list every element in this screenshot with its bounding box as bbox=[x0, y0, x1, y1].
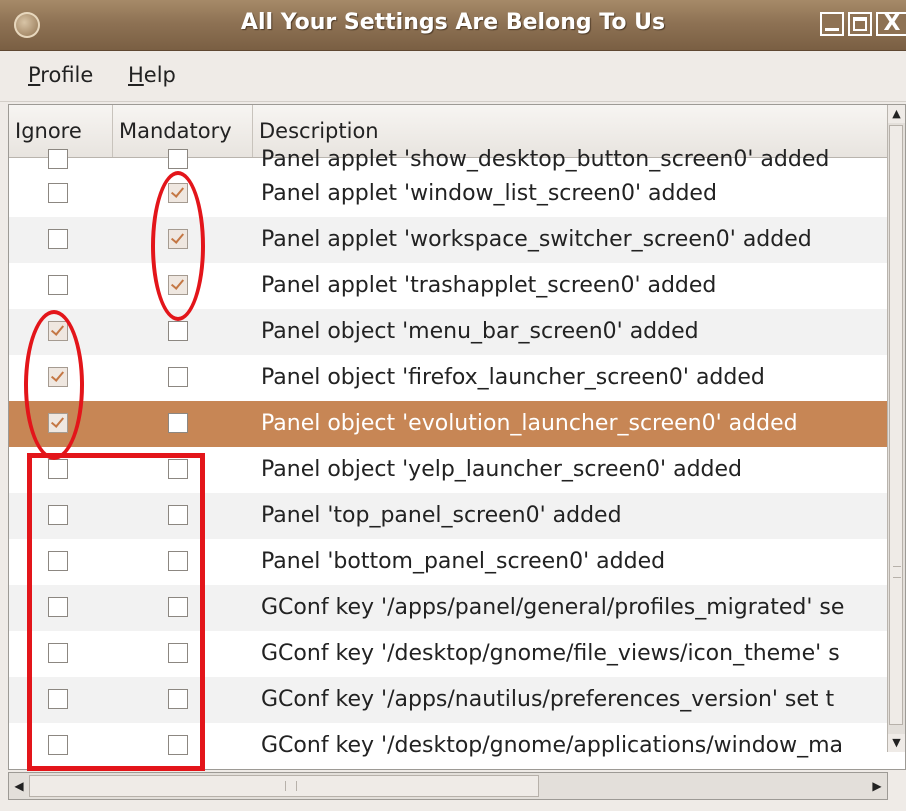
row-description: Panel 'top_panel_screen0' added bbox=[261, 503, 622, 528]
title-bar[interactable]: All Your Settings Are Belong To Us X bbox=[0, 0, 906, 51]
table-row[interactable]: Panel object 'menu_bar_screen0' added bbox=[9, 309, 889, 355]
horizontal-scroll-thumb[interactable] bbox=[29, 775, 539, 797]
row-description: Panel object 'yelp_launcher_screen0' add… bbox=[261, 457, 742, 482]
row-description: Panel object 'firefox_launcher_screen0' … bbox=[261, 365, 765, 390]
scroll-up-icon[interactable]: ▲ bbox=[888, 105, 905, 123]
row-description: Panel applet 'window_list_screen0' added bbox=[261, 181, 717, 206]
row-description: GConf key '/desktop/gnome/file_views/ico… bbox=[261, 641, 840, 666]
menu-profile[interactable]: Profile bbox=[28, 63, 93, 87]
ignore-highlight-ellipse bbox=[24, 310, 84, 460]
row-description: Panel applet 'workspace_switcher_screen0… bbox=[261, 227, 812, 252]
unchecked-highlight-rectangle bbox=[27, 453, 205, 771]
ignore-checkbox[interactable] bbox=[48, 275, 68, 295]
row-description: Panel applet 'show_desktop_button_screen… bbox=[261, 147, 830, 172]
menu-profile-label: rofile bbox=[40, 63, 94, 87]
row-description: Panel 'bottom_panel_screen0' added bbox=[261, 549, 666, 574]
grip-icon bbox=[893, 566, 901, 578]
minimize-button[interactable] bbox=[820, 12, 844, 36]
row-description: GConf key '/desktop/gnome/applications/w… bbox=[261, 733, 844, 758]
mandatory-checkbox[interactable] bbox=[168, 413, 188, 433]
mandatory-checkbox[interactable] bbox=[168, 321, 188, 341]
scroll-down-icon[interactable]: ▼ bbox=[888, 734, 905, 752]
menu-profile-mnemonic: P bbox=[28, 63, 41, 87]
table-row[interactable]: Panel applet 'trashapplet_screen0' added bbox=[9, 263, 889, 309]
ignore-checkbox[interactable] bbox=[48, 229, 68, 249]
close-button[interactable]: X bbox=[876, 12, 906, 36]
table-row[interactable]: Panel applet 'window_list_screen0' added bbox=[9, 171, 889, 217]
table-row[interactable]: Panel applet 'workspace_switcher_screen0… bbox=[9, 217, 889, 263]
row-description: GConf key '/apps/nautilus/preferences_ve… bbox=[261, 687, 835, 712]
table-row[interactable]: Panel object 'firefox_launcher_screen0' … bbox=[9, 355, 889, 401]
table-row[interactable]: Panel object 'evolution_launcher_screen0… bbox=[9, 401, 889, 447]
menu-help-mnemonic: H bbox=[128, 63, 144, 87]
horizontal-scrollbar[interactable]: ◀ ▶ bbox=[8, 772, 888, 800]
menu-help-label: elp bbox=[143, 63, 176, 87]
maximize-button[interactable] bbox=[848, 12, 872, 36]
mandatory-checkbox[interactable] bbox=[168, 149, 188, 169]
window-title: All Your Settings Are Belong To Us bbox=[240, 10, 666, 35]
row-description: GConf key '/apps/panel/general/profiles_… bbox=[261, 595, 845, 620]
mandatory-checkbox[interactable] bbox=[168, 367, 188, 387]
menu-bar: Profile Help bbox=[0, 51, 906, 102]
grip-icon bbox=[285, 781, 297, 791]
row-description: Panel applet 'trashapplet_screen0' added bbox=[261, 273, 717, 298]
ignore-checkbox[interactable] bbox=[48, 183, 68, 203]
vertical-scrollbar[interactable]: ▲ ▼ bbox=[887, 105, 905, 752]
scroll-left-icon[interactable]: ◀ bbox=[11, 777, 27, 795]
ignore-checkbox[interactable] bbox=[48, 149, 68, 169]
row-description: Panel object 'evolution_launcher_screen0… bbox=[261, 411, 798, 436]
menu-help[interactable]: Help bbox=[128, 63, 176, 87]
scroll-right-icon[interactable]: ▶ bbox=[869, 777, 885, 795]
row-description: Panel object 'menu_bar_screen0' added bbox=[261, 319, 699, 344]
mandatory-highlight-ellipse bbox=[151, 171, 205, 321]
vertical-scroll-thumb[interactable] bbox=[889, 125, 903, 725]
